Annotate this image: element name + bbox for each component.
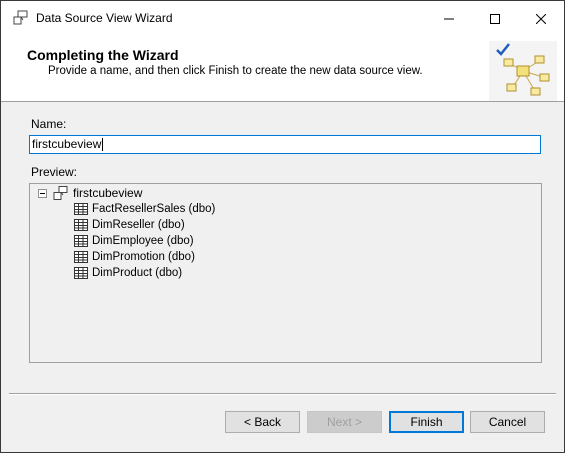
preview-tree[interactable]: firstcubeview FactResellerSales (dbo) Di… [29, 183, 542, 363]
tree-item-label: DimProduct (dbo) [92, 267, 183, 279]
wizard-window: Data Source View Wizard Completing the W… [0, 0, 565, 453]
name-input[interactable]: firstcubeview [29, 135, 541, 154]
tree-item-table[interactable]: DimEmployee (dbo) [74, 233, 194, 249]
table-icon [74, 203, 88, 215]
cancel-button[interactable]: Cancel [470, 411, 545, 433]
table-icon [74, 267, 88, 279]
maximize-button[interactable] [472, 1, 518, 36]
text-caret [102, 138, 104, 152]
close-button[interactable] [518, 1, 564, 36]
name-label: Name: [31, 117, 67, 131]
tree-root-label: firstcubeview [73, 186, 143, 200]
tree-item-label: FactResellerSales (dbo) [92, 203, 216, 215]
tree-root-node[interactable]: firstcubeview [38, 185, 142, 201]
minimize-button[interactable] [426, 1, 472, 36]
table-icon [74, 219, 88, 231]
table-icon [74, 235, 88, 247]
footer-divider [9, 393, 556, 395]
close-icon [536, 13, 546, 24]
finish-button[interactable]: Finish [389, 411, 464, 433]
wizard-header: Completing the Wizard Provide a name, an… [1, 36, 564, 102]
collapse-icon[interactable] [38, 188, 47, 198]
back-button[interactable]: < Back [225, 411, 300, 433]
tree-item-label: DimEmployee (dbo) [92, 235, 194, 247]
preview-label: Preview: [31, 165, 78, 179]
title-bar[interactable]: Data Source View Wizard [1, 1, 564, 36]
tree-item-table[interactable]: FactResellerSales (dbo) [74, 201, 215, 217]
data-source-view-icon [13, 10, 28, 25]
data-source-view-icon [53, 186, 68, 200]
wizard-graphic-icon [489, 41, 557, 101]
tree-item-label: DimReseller (dbo) [92, 219, 185, 231]
maximize-icon [490, 13, 500, 24]
next-button[interactable]: Next > [307, 411, 382, 433]
window-title: Data Source View Wizard [36, 11, 173, 25]
tree-item-table[interactable]: DimPromotion (dbo) [74, 249, 195, 265]
wizard-heading: Completing the Wizard [27, 47, 179, 63]
minimize-icon [444, 18, 454, 19]
tree-item-label: DimPromotion (dbo) [92, 251, 195, 263]
wizard-subheading: Provide a name, and then click Finish to… [48, 65, 423, 77]
name-input-value: firstcubeview [32, 137, 102, 151]
tree-item-table[interactable]: DimProduct (dbo) [74, 265, 182, 281]
table-icon [74, 251, 88, 263]
tree-item-table[interactable]: DimReseller (dbo) [74, 217, 185, 233]
